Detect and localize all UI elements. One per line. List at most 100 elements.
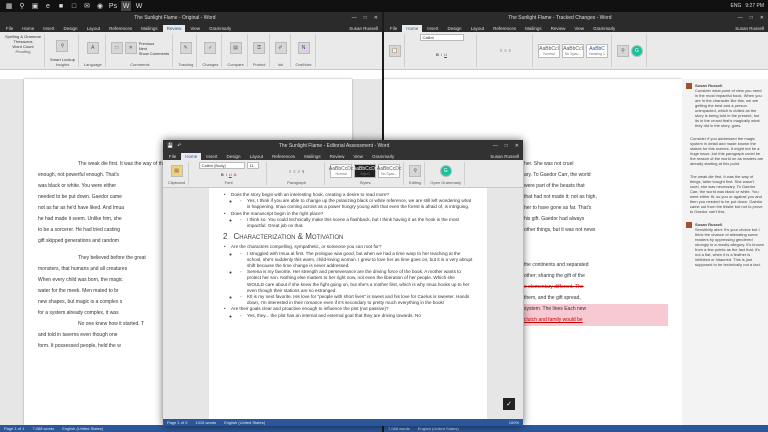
tab-mailings[interactable]: Mailings (300, 153, 325, 160)
tab-grammarly[interactable]: Grammarly (368, 153, 398, 160)
compare-icon[interactable]: ▤ (229, 42, 242, 54)
page-count[interactable]: Page 1 of 5 (167, 420, 187, 425)
photoshop-icon[interactable]: Ps (108, 1, 118, 11)
onenote-icon[interactable]: N (297, 42, 310, 54)
ink-icon[interactable]: ✐ (274, 42, 287, 54)
tab-review[interactable]: Review (547, 25, 570, 32)
tab-design[interactable]: Design (444, 25, 466, 32)
close-icon[interactable]: ✕ (515, 143, 519, 149)
tab-insert[interactable]: Insert (202, 153, 221, 160)
tab-home[interactable]: Home (181, 153, 202, 160)
comment[interactable]: The weak die first. It was the way of th… (686, 174, 764, 214)
task-view-icon[interactable]: ▣ (30, 1, 40, 11)
tab-layout[interactable]: Layout (83, 25, 105, 32)
minimize-icon[interactable]: — (352, 15, 357, 21)
bold-icon[interactable]: B (221, 172, 224, 177)
tab-file[interactable]: File (386, 25, 401, 32)
pilcrow-icon[interactable]: ¶ (302, 169, 304, 174)
user-name[interactable]: Susan Russell (486, 153, 523, 160)
style-no-spacing[interactable]: AaBbCcI No Spac... (562, 43, 584, 58)
tab-references[interactable]: References (105, 25, 136, 32)
style-heading-1[interactable]: AaBbC Heading 1 (586, 43, 608, 58)
editing-icon[interactable]: ⚲ (409, 165, 422, 177)
word-count[interactable]: 7,088 words (388, 426, 410, 431)
word-icon[interactable]: W (121, 1, 131, 11)
show-comments-button[interactable]: Show Comments (139, 51, 169, 56)
tab-references[interactable]: References (489, 25, 520, 32)
tab-review[interactable]: Review (326, 153, 349, 160)
tab-mailings[interactable]: Mailings (521, 25, 546, 32)
accept-icon[interactable]: ✓ (204, 42, 217, 54)
word-count[interactable]: 1015 words (195, 420, 216, 425)
tab-review[interactable]: Review (162, 25, 186, 32)
zoom-level[interactable]: 100% (509, 420, 519, 425)
new-comment-icon[interactable]: □ (110, 42, 123, 54)
language-status[interactable]: English (United States) (418, 426, 459, 431)
delete-comment-icon[interactable]: ✕ (124, 42, 137, 54)
smart-lookup-icon[interactable]: ⚲ (56, 39, 69, 52)
font-size-box[interactable]: 11 (246, 162, 259, 169)
tab-home[interactable]: Home (402, 25, 423, 32)
paste-icon[interactable]: 📋 (389, 44, 401, 57)
tab-layout[interactable]: Layout (246, 153, 268, 160)
bullets-icon[interactable]: ≡ (500, 48, 502, 53)
user-name[interactable]: Susan Russell (345, 25, 382, 32)
bullets-icon[interactable]: ≡ (289, 169, 291, 174)
minimize-icon[interactable]: — (493, 143, 498, 149)
style-style1[interactable]: AaBbCcDc Style1 (353, 164, 377, 178)
tab-insert[interactable]: Insert (39, 25, 58, 32)
tab-design[interactable]: Design (223, 153, 245, 160)
grammarly-icon[interactable]: G (631, 44, 643, 57)
font-name-box[interactable]: Calibri (419, 34, 464, 41)
maximize-icon[interactable]: □ (364, 15, 367, 21)
language-status[interactable]: English (United States) (224, 420, 265, 425)
clock[interactable]: 9:27 PM (745, 3, 764, 9)
style-normal[interactable]: AaBbCcI Normal (538, 43, 560, 58)
store-icon[interactable]: □ (69, 1, 79, 11)
language-icon[interactable]: A (86, 42, 99, 54)
underline-icon[interactable]: U (229, 172, 232, 177)
protect-icon[interactable]: ⚿ (253, 42, 266, 54)
tab-view[interactable]: View (186, 25, 204, 32)
tab-view[interactable]: View (349, 153, 367, 160)
tab-design[interactable]: Design (60, 25, 82, 32)
mail-icon[interactable]: ✉ (82, 1, 92, 11)
paste-icon[interactable]: ▤ (170, 165, 183, 177)
italic-icon[interactable]: I (441, 52, 442, 57)
page-count[interactable]: Page 1 of 1 (4, 426, 24, 431)
tab-mailings[interactable]: Mailings (137, 25, 162, 32)
windows-icon[interactable]: ▦ (4, 1, 14, 11)
font-color-icon[interactable]: A (234, 172, 237, 177)
word-icon[interactable]: W (134, 1, 144, 11)
user-name[interactable]: Susan Russell (731, 25, 768, 32)
tab-home[interactable]: Home (18, 25, 38, 32)
grammarly-icon[interactable]: G (439, 165, 452, 177)
style-normal[interactable]: AaBbCcDc Normal (329, 164, 353, 178)
edge-icon[interactable]: e (43, 1, 53, 11)
language-status[interactable]: English (United States) (62, 426, 103, 431)
tab-file[interactable]: File (2, 25, 17, 32)
align-icon[interactable]: ≡ (298, 169, 300, 174)
chrome-icon[interactable]: ◉ (95, 1, 105, 11)
font-name-box[interactable]: Calibri (Body) (198, 162, 245, 169)
close-icon[interactable]: ✕ (374, 15, 378, 21)
tab-layout[interactable]: Layout (467, 25, 489, 32)
numbering-icon[interactable]: ≡ (504, 48, 506, 53)
bold-icon[interactable]: B (436, 52, 439, 57)
folder-icon[interactable]: ■ (56, 1, 66, 11)
italic-icon[interactable]: I (226, 172, 227, 177)
language-indicator[interactable]: ENG (731, 3, 742, 9)
align-icon[interactable]: ≡ (509, 48, 511, 53)
tab-grammarly[interactable]: Grammarly (205, 25, 235, 32)
tab-file[interactable]: File (165, 153, 180, 160)
search-icon[interactable]: ⚲ (17, 1, 27, 11)
tab-view[interactable]: View (570, 25, 588, 32)
numbering-icon[interactable]: ≡ (293, 169, 295, 174)
maximize-icon[interactable]: □ (750, 15, 753, 21)
tab-grammarly[interactable]: Grammarly (589, 25, 619, 32)
maximize-icon[interactable]: □ (505, 143, 508, 149)
grammarly-check-button[interactable]: ✓ (503, 398, 515, 410)
comment[interactable]: Susan Russell Consider what point of view… (686, 83, 764, 128)
tab-insert[interactable]: Insert (423, 25, 442, 32)
track-changes-icon[interactable]: ✎ (179, 42, 192, 54)
